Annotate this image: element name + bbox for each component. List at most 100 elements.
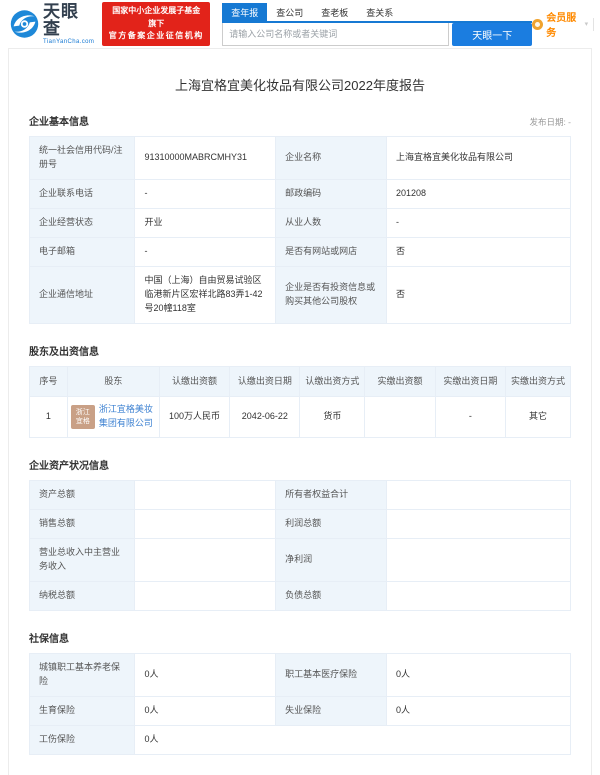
table-row: 销售总额 利润总额: [30, 510, 571, 539]
field-label: 工伤保险: [30, 725, 135, 754]
annual-report-card: 上海宜格宜美化妆品有限公司2022年度报告 企业基本信息 发布日期: - 统一社…: [8, 48, 592, 775]
social-security-table: 城镇职工基本养老保险 0人 职工基本医疗保险 0人 生育保险 0人 失业保险 0…: [29, 653, 571, 755]
field-value: 201208: [387, 179, 571, 208]
field-label: 邮政编码: [276, 179, 387, 208]
field-value: 0人: [387, 654, 571, 697]
field-label: 职工基本医疗保险: [276, 654, 387, 697]
column-header: 股东: [67, 366, 159, 397]
field-value: 0人: [135, 654, 276, 697]
field-value: [387, 510, 571, 539]
field-value: -: [135, 179, 276, 208]
table-row: 纳税总额 负债总额: [30, 582, 571, 611]
header-divider: [593, 18, 594, 31]
table-row: 1 浙江 宜格 浙江宜格美妆集团有限公司 100万人民币 2042-06-22 …: [30, 397, 571, 438]
basic-info-table: 统一社会信用代码/注册号 91310000MABRCMHY31 企业名称 上海宜…: [29, 136, 571, 324]
field-label: 企业经营状态: [30, 208, 135, 237]
field-label: 净利润: [276, 539, 387, 582]
field-value: [387, 539, 571, 582]
paid-amount: [365, 397, 435, 438]
column-header: 认缴出资日期: [230, 366, 300, 397]
tab-annual-report[interactable]: 查年报: [222, 3, 267, 21]
column-header: 实缴出资方式: [506, 366, 571, 397]
field-label: 所有者权益合计: [276, 481, 387, 510]
shareholder-avatar: 浙江 宜格: [71, 405, 95, 429]
table-row: 企业联系电话 - 邮政编码 201208: [30, 179, 571, 208]
assets-table: 资产总额 所有者权益合计 销售总额 利润总额 营业总收入中主营业务收入 净利润 …: [29, 480, 571, 611]
tianyancha-eye-icon: [10, 9, 39, 39]
logo-brand: 天眼查: [43, 3, 95, 37]
subscribed-amount: 100万人民币: [159, 397, 229, 438]
section-title-basic-info: 企业基本信息: [29, 113, 89, 128]
field-label: 销售总额: [30, 510, 135, 539]
tab-company[interactable]: 查公司: [267, 3, 312, 21]
table-row: 统一社会信用代码/注册号 91310000MABRCMHY31 企业名称 上海宜…: [30, 137, 571, 180]
shareholder-cell: 浙江 宜格 浙江宜格美妆集团有限公司: [67, 397, 159, 438]
field-value: 否: [387, 266, 571, 323]
shareholder-link[interactable]: 浙江宜格美妆集团有限公司: [99, 403, 156, 431]
section-title-social-security: 社保信息: [29, 630, 69, 645]
paid-method: 其它: [506, 397, 571, 438]
field-label: 电子邮箱: [30, 237, 135, 266]
subscribed-method: 货币: [300, 397, 365, 438]
section-title-assets: 企业资产状况信息: [29, 457, 109, 472]
vip-service[interactable]: 会员服务 ▾: [532, 9, 593, 39]
field-label: 纳税总额: [30, 582, 135, 611]
tianyancha-logo[interactable]: 天眼查 TianYanCha.com: [10, 3, 95, 45]
search-button[interactable]: 天眼一下: [452, 23, 532, 46]
vip-label: 会员服务: [546, 9, 581, 39]
field-value: [135, 481, 276, 510]
table-row: 营业总收入中主营业务收入 净利润: [30, 539, 571, 582]
search-block: 查年报 查公司 查老板 查关系 天眼一下: [222, 3, 532, 46]
field-label: 资产总额: [30, 481, 135, 510]
field-value: 0人: [135, 725, 571, 754]
page-title: 上海宜格宜美化妆品有限公司2022年度报告: [29, 75, 571, 94]
field-label: 从业人数: [276, 208, 387, 237]
table-row: 工伤保险 0人: [30, 725, 571, 754]
field-value: 否: [387, 237, 571, 266]
column-header: 实缴出资日期: [435, 366, 505, 397]
certification-badge: 国家中小企业发展子基金旗下 官方备案企业征信机构: [102, 2, 210, 45]
field-value: -: [135, 237, 276, 266]
section-title-shareholders: 股东及出资信息: [29, 343, 99, 358]
site-header: 天眼查 TianYanCha.com 国家中小企业发展子基金旗下 官方备案企业征…: [0, 0, 600, 48]
field-value: 开业: [135, 208, 276, 237]
row-number: 1: [30, 397, 68, 438]
table-header-row: 序号 股东 认缴出资额 认缴出资日期 认缴出资方式 实缴出资额 实缴出资日期 实…: [30, 366, 571, 397]
column-header: 认缴出资额: [159, 366, 229, 397]
subscribed-date: 2042-06-22: [230, 397, 300, 438]
table-row: 企业通信地址 中国（上海）自由贸易试验区临港新片区宏祥北路83弄1-42号20幢…: [30, 266, 571, 323]
field-value: [135, 510, 276, 539]
field-label: 生育保险: [30, 696, 135, 725]
field-label: 统一社会信用代码/注册号: [30, 137, 135, 180]
column-header: 认缴出资方式: [300, 366, 365, 397]
field-label: 失业保险: [276, 696, 387, 725]
search-input[interactable]: [222, 23, 449, 46]
tab-boss[interactable]: 查老板: [312, 3, 357, 21]
field-value: 0人: [387, 696, 571, 725]
field-label: 城镇职工基本养老保险: [30, 654, 135, 697]
field-label: 企业是否有投资信息或购买其他公司股权: [276, 266, 387, 323]
field-value: [135, 582, 276, 611]
field-value: [387, 582, 571, 611]
table-row: 城镇职工基本养老保险 0人 职工基本医疗保险 0人: [30, 654, 571, 697]
paid-date: -: [435, 397, 505, 438]
field-label: 企业联系电话: [30, 179, 135, 208]
caret-down-icon: ▾: [585, 20, 589, 28]
publish-date: 发布日期: -: [529, 116, 571, 128]
vip-medal-icon: [532, 19, 543, 30]
field-value: 0人: [135, 696, 276, 725]
tab-relation[interactable]: 查关系: [357, 3, 402, 21]
column-header: 实缴出资额: [365, 366, 435, 397]
logo-domain: TianYanCha.com: [43, 39, 95, 45]
badge-line1: 国家中小企业发展子基金旗下: [108, 5, 204, 30]
field-value: [387, 481, 571, 510]
field-value: 91310000MABRCMHY31: [135, 137, 276, 180]
field-label: 利润总额: [276, 510, 387, 539]
table-row: 企业经营状态 开业 从业人数 -: [30, 208, 571, 237]
shareholders-table: 序号 股东 认缴出资额 认缴出资日期 认缴出资方式 实缴出资额 实缴出资日期 实…: [29, 366, 571, 439]
table-row: 资产总额 所有者权益合计: [30, 481, 571, 510]
field-label: 企业名称: [276, 137, 387, 180]
field-value: [135, 539, 276, 582]
field-value: 上海宜格宜美化妆品有限公司: [387, 137, 571, 180]
field-label: 企业通信地址: [30, 266, 135, 323]
